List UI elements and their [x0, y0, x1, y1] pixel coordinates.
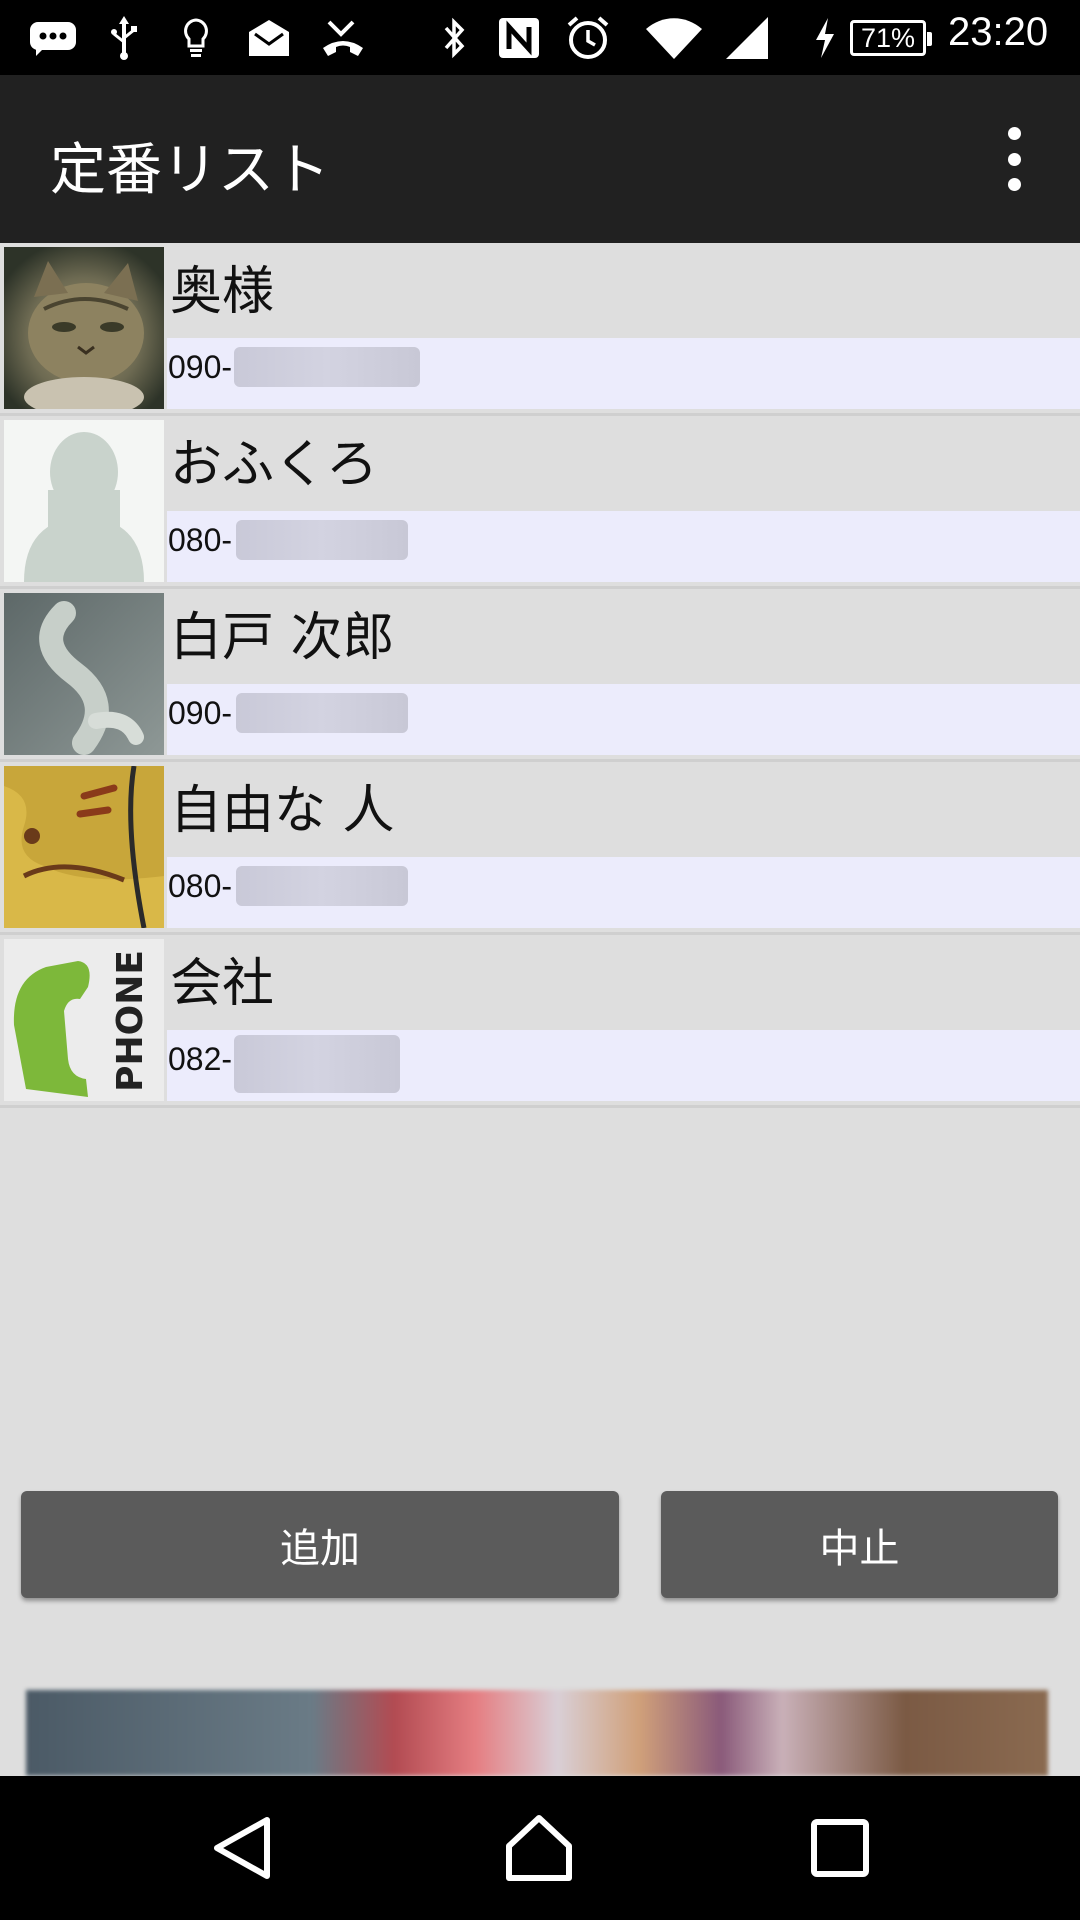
add-button[interactable]: 追加: [21, 1491, 619, 1598]
lightbulb-icon: [176, 14, 216, 62]
navigation-bar: [0, 1776, 1080, 1920]
contact-name: 白戸 次郎: [170, 608, 395, 668]
contact-phone: 082-: [168, 1041, 233, 1077]
contact-phone: 080-: [168, 522, 233, 558]
signal-icon: [722, 14, 772, 62]
alarm-icon: [564, 14, 612, 62]
phone-logo-icon: PHONE: [4, 939, 164, 1101]
battery-indicator: 71%: [850, 20, 932, 56]
contact-row[interactable]: PHONE 会社 082-: [0, 935, 1080, 1108]
contact-name: おふくろ: [170, 435, 379, 495]
contact-row[interactable]: 白戸 次郎 090-: [0, 589, 1080, 762]
redacted-number: [236, 866, 408, 906]
phone-logo-text: PHONE: [110, 950, 151, 1092]
ad-banner[interactable]: [26, 1690, 1048, 1776]
contact-avatar: [4, 420, 164, 582]
messenger-icon: [26, 14, 80, 62]
status-bar: 71% 23:20: [0, 0, 1080, 75]
contact-name: 会社: [170, 954, 275, 1014]
more-vert-icon[interactable]: [990, 127, 1038, 191]
usb-icon: [104, 14, 144, 62]
contact-phone: 090-: [168, 695, 233, 731]
redacted-number: [236, 693, 408, 733]
missed-call-icon: [318, 14, 368, 62]
cancel-button[interactable]: 中止: [661, 1491, 1058, 1598]
bluetooth-icon: [438, 14, 472, 62]
page-title: 定番リスト: [50, 138, 330, 203]
redacted-number: [234, 347, 420, 387]
contact-avatar: [4, 766, 164, 928]
contact-phone: 090-: [168, 349, 233, 385]
contact-avatar: [4, 247, 164, 409]
app-bar: 定番リスト: [0, 75, 1080, 243]
contact-name: 奥様: [170, 262, 275, 322]
contact-avatar: [4, 593, 164, 755]
back-icon[interactable]: [205, 1812, 277, 1884]
status-time: 23:20: [948, 10, 1049, 54]
mail-icon: [246, 14, 292, 62]
charging-icon: [810, 14, 840, 62]
nfc-icon: [494, 14, 544, 62]
contact-name: 自由な 人: [170, 781, 395, 841]
recents-icon[interactable]: [804, 1812, 876, 1884]
contact-list: 奥様 090- おふくろ 080- 白戸 次郎 090- 自由な 人 080- …: [0, 243, 1080, 1108]
contact-row[interactable]: 自由な 人 080-: [0, 762, 1080, 935]
redacted-number: [236, 520, 408, 560]
contact-row[interactable]: 奥様 090-: [0, 243, 1080, 416]
home-icon[interactable]: [503, 1812, 575, 1884]
redacted-number: [234, 1035, 400, 1093]
wifi-icon: [644, 14, 704, 62]
contact-row[interactable]: おふくろ 080-: [0, 416, 1080, 589]
contact-phone: 080-: [168, 868, 233, 904]
